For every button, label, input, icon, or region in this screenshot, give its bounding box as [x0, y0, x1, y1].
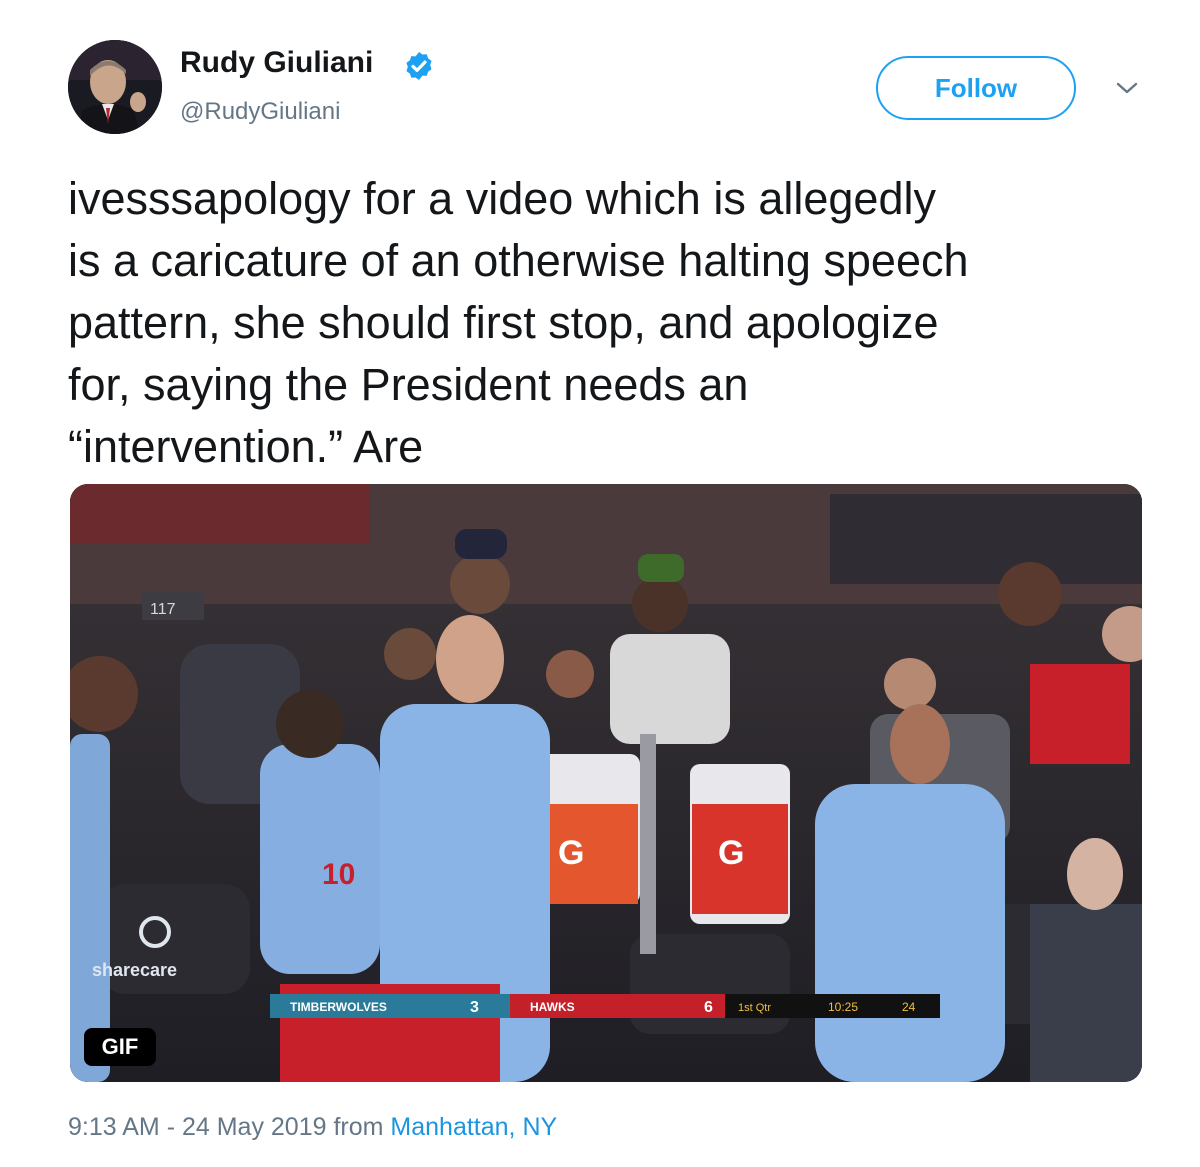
author-handle[interactable]: @RudyGiuliani	[180, 98, 340, 126]
verified-badge-icon	[406, 52, 432, 80]
follow-button[interactable]: Follow	[876, 56, 1076, 120]
scorebug-clock: 10:25	[828, 1000, 858, 1014]
seat-number-label: 117	[150, 601, 176, 618]
tweet-text: ivesssapology for a video which is alleg…	[68, 173, 969, 472]
scorebug-away-team: TIMBERWOLVES	[290, 1000, 387, 1014]
tweet-date[interactable]: 24 May 2019	[182, 1113, 327, 1141]
timestamp-separator: -	[166, 1113, 176, 1141]
svg-text:G: G	[558, 834, 584, 872]
scorebug-home-team: HAWKS	[530, 1000, 575, 1014]
tweet-time[interactable]: 9:13 AM	[68, 1113, 160, 1141]
author-name[interactable]: Rudy Giuliani	[180, 46, 373, 80]
from-label: from	[333, 1113, 384, 1141]
scorebug-quarter: 1st Qtr	[738, 1002, 771, 1014]
gif-badge: GIF	[84, 1028, 156, 1066]
scorebug-home-score: 6	[704, 999, 713, 1016]
gif-frame-image: 117 G G 10 sharecare TIMBERWOLVES 3 HAWK…	[70, 484, 1142, 1082]
tweet-timestamp: 9:13 AM - 24 May 2019 from Manhattan, NY	[68, 1113, 557, 1142]
chevron-down-icon[interactable]	[1114, 78, 1140, 98]
location-link[interactable]: Manhattan, NY	[390, 1113, 557, 1141]
scorebug-away-score: 3	[470, 999, 479, 1016]
tweet-media-gif[interactable]: 117 G G 10 sharecare TIMBERWOLVES 3 HAWK…	[70, 484, 1142, 1082]
watermark-label: sharecare	[92, 960, 177, 980]
avatar[interactable]	[68, 40, 162, 134]
svg-text:G: G	[718, 834, 744, 872]
scorebug-shot-clock: 24	[902, 1000, 916, 1014]
avatar-image	[68, 40, 162, 134]
jersey-number-label: 10	[322, 858, 355, 891]
